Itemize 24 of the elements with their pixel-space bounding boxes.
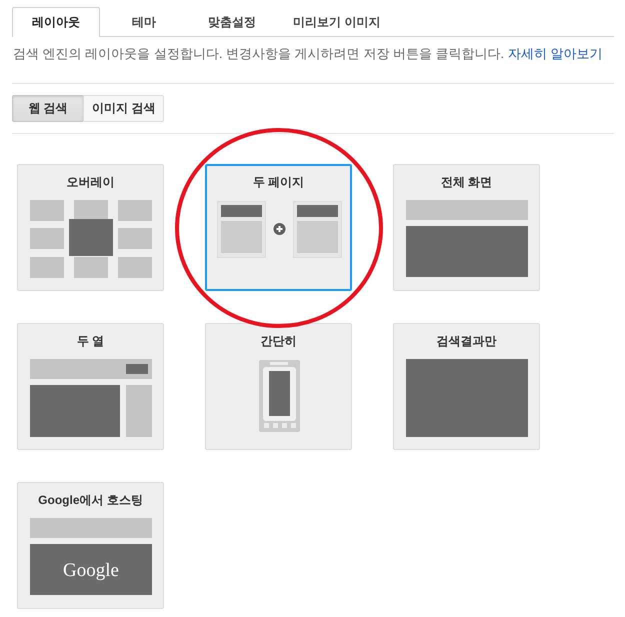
search-type-button[interactable]: 웹 검색: [12, 95, 84, 122]
layout-title: 오버레이: [66, 174, 114, 190]
description-text: 검색 엔진의 레이아웃을 설정합니다. 변경사항을 게시하려면 저장 버튼을 클릭합니다. 자세히 알아보기: [13, 45, 604, 63]
tab[interactable]: 레이아웃: [12, 7, 100, 37]
layout-title: 전체 화면: [440, 174, 492, 190]
layout-title: 두 페이지: [252, 174, 304, 190]
logo-text: Google: [62, 560, 118, 581]
tab[interactable]: 테마: [100, 7, 188, 37]
tab[interactable]: 미리보기 이미지: [276, 7, 398, 37]
layout-title: 두 열: [76, 333, 104, 349]
layout-option-card[interactable]: 검색결과만: [393, 323, 540, 450]
layout-title: 검색결과만: [436, 333, 496, 349]
plus-icon: [273, 223, 285, 235]
layout-option-card[interactable]: 두 페이지: [205, 164, 352, 291]
layout-option-card[interactable]: 간단히: [205, 323, 352, 450]
layout-option-card[interactable]: 오버레이: [17, 164, 164, 291]
search-type-button[interactable]: 이미지 검색: [83, 95, 164, 122]
layout-title: 간단히: [260, 333, 296, 349]
layout-option-card[interactable]: 전체 화면: [393, 164, 540, 291]
learn-more-link[interactable]: 자세히 알아보기: [508, 46, 602, 61]
layout-title: Google에서 호스팅: [38, 492, 143, 508]
layout-option-card[interactable]: Google에서 호스팅 Google: [17, 482, 164, 609]
tab[interactable]: 맞춤설정: [188, 7, 276, 37]
layout-option-card[interactable]: 두 열: [17, 323, 164, 450]
